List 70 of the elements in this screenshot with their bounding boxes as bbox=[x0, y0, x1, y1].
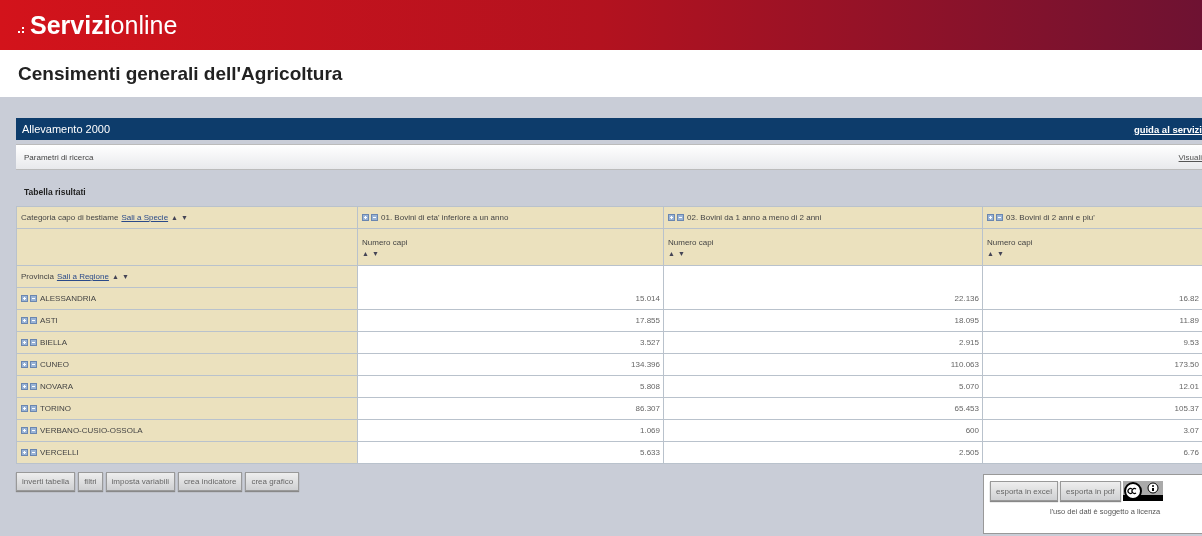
action-button[interactable]: crea indicatore bbox=[177, 472, 243, 491]
table-cell: 5.633 bbox=[357, 441, 664, 464]
table-cell: 18.095 bbox=[663, 309, 983, 332]
table-cell: 173.50 bbox=[982, 353, 1202, 376]
measure-label: Numero capi bbox=[987, 237, 1034, 247]
table-cell: 600 bbox=[663, 419, 983, 442]
site-logo[interactable]: Servizionline bbox=[30, 10, 178, 40]
column-label: 03. Bovini di 2 anni e piu' bbox=[1006, 213, 1095, 222]
province-name: ALESSANDRIA bbox=[40, 294, 97, 303]
expand-collapse-icon[interactable] bbox=[21, 339, 37, 346]
table-cell: 2.505 bbox=[663, 441, 983, 464]
table-cell: 12.01 bbox=[982, 375, 1202, 398]
province-name: VERCELLI bbox=[40, 448, 79, 457]
table-cell: 110.063 bbox=[663, 353, 983, 376]
show-link[interactable]: Visuali bbox=[1178, 152, 1202, 162]
column-label: 01. Bovini di eta' inferiore a un anno bbox=[381, 213, 509, 222]
table-cell: 2.915 bbox=[663, 331, 983, 354]
export-button[interactable]: esporta in pdf bbox=[1060, 481, 1121, 501]
table-cell: 9.53 bbox=[982, 331, 1202, 354]
province-name: VERBANO-CUSIO-OSSOLA bbox=[40, 426, 143, 435]
action-button[interactable]: inverti tabella bbox=[16, 472, 76, 491]
table-cell: 86.307 bbox=[357, 397, 664, 420]
table-cell: 22.136 bbox=[663, 287, 983, 310]
table-cell: 3.527 bbox=[357, 331, 664, 354]
license-icon[interactable] bbox=[1122, 481, 1163, 501]
province-name: TORINO bbox=[40, 404, 71, 413]
table-cell: 134.396 bbox=[357, 353, 664, 376]
search-params-label: Parametri di ricerca bbox=[24, 152, 94, 162]
table-cell: 105.37 bbox=[982, 397, 1202, 420]
help-link[interactable]: guida al servizi bbox=[1133, 123, 1202, 135]
province-name: BIELLA bbox=[40, 338, 68, 347]
drill-up-link[interactable]: Sali a Regione bbox=[56, 272, 109, 281]
expand-collapse-icon[interactable] bbox=[21, 317, 37, 324]
table-cell: 17.855 bbox=[357, 309, 664, 332]
page-title: Censimenti generali dell'Agricoltura bbox=[18, 62, 343, 85]
expand-collapse-icon[interactable] bbox=[21, 405, 37, 412]
table-cell: 5.070 bbox=[663, 375, 983, 398]
dimension-label: Categoria capo di bestiame bbox=[21, 213, 119, 222]
export-button[interactable]: esporta in excel bbox=[990, 481, 1059, 501]
expand-collapse-icon[interactable] bbox=[668, 214, 684, 221]
drill-up-link[interactable]: Sali a Specie bbox=[121, 213, 169, 222]
province-name: CUNEO bbox=[40, 360, 69, 369]
expand-collapse-icon[interactable] bbox=[21, 383, 37, 390]
province-name: NOVARA bbox=[40, 382, 74, 391]
dots-icon bbox=[18, 24, 27, 34]
dimension-label: Provincia bbox=[21, 272, 54, 281]
column-label: 02. Bovini da 1 anno a meno di 2 anni bbox=[687, 213, 822, 222]
expand-collapse-icon[interactable] bbox=[21, 295, 37, 302]
table-cell: 16.82 bbox=[982, 287, 1202, 310]
measure-label: Numero capi bbox=[362, 237, 409, 247]
expand-collapse-icon[interactable] bbox=[362, 214, 378, 221]
expand-collapse-icon[interactable] bbox=[21, 361, 37, 368]
action-button[interactable]: filtri bbox=[78, 472, 103, 491]
results-title: Tabella risultati bbox=[23, 186, 87, 199]
panel-title: Allevamento 2000 bbox=[22, 123, 111, 135]
table-cell: 65.453 bbox=[663, 397, 983, 420]
table-cell: 5.808 bbox=[357, 375, 664, 398]
search-params-bar[interactable]: Parametri di ricerca Visuali bbox=[16, 144, 1202, 170]
table-cell: 15.014 bbox=[357, 287, 664, 310]
province-name: ASTI bbox=[40, 316, 58, 325]
expand-collapse-icon[interactable] bbox=[21, 427, 37, 434]
action-button[interactable]: crea grafico bbox=[245, 472, 300, 491]
expand-collapse-icon[interactable] bbox=[987, 214, 1003, 221]
action-button[interactable]: imposta variabili bbox=[105, 472, 175, 491]
table-cell: 11.89 bbox=[982, 309, 1202, 332]
table-cell: 6.76 bbox=[982, 441, 1202, 464]
expand-collapse-icon[interactable] bbox=[21, 449, 37, 456]
table-cell: 1.069 bbox=[357, 419, 664, 442]
measure-label: Numero capi bbox=[668, 237, 715, 247]
table-cell: 3.07 bbox=[982, 419, 1202, 442]
